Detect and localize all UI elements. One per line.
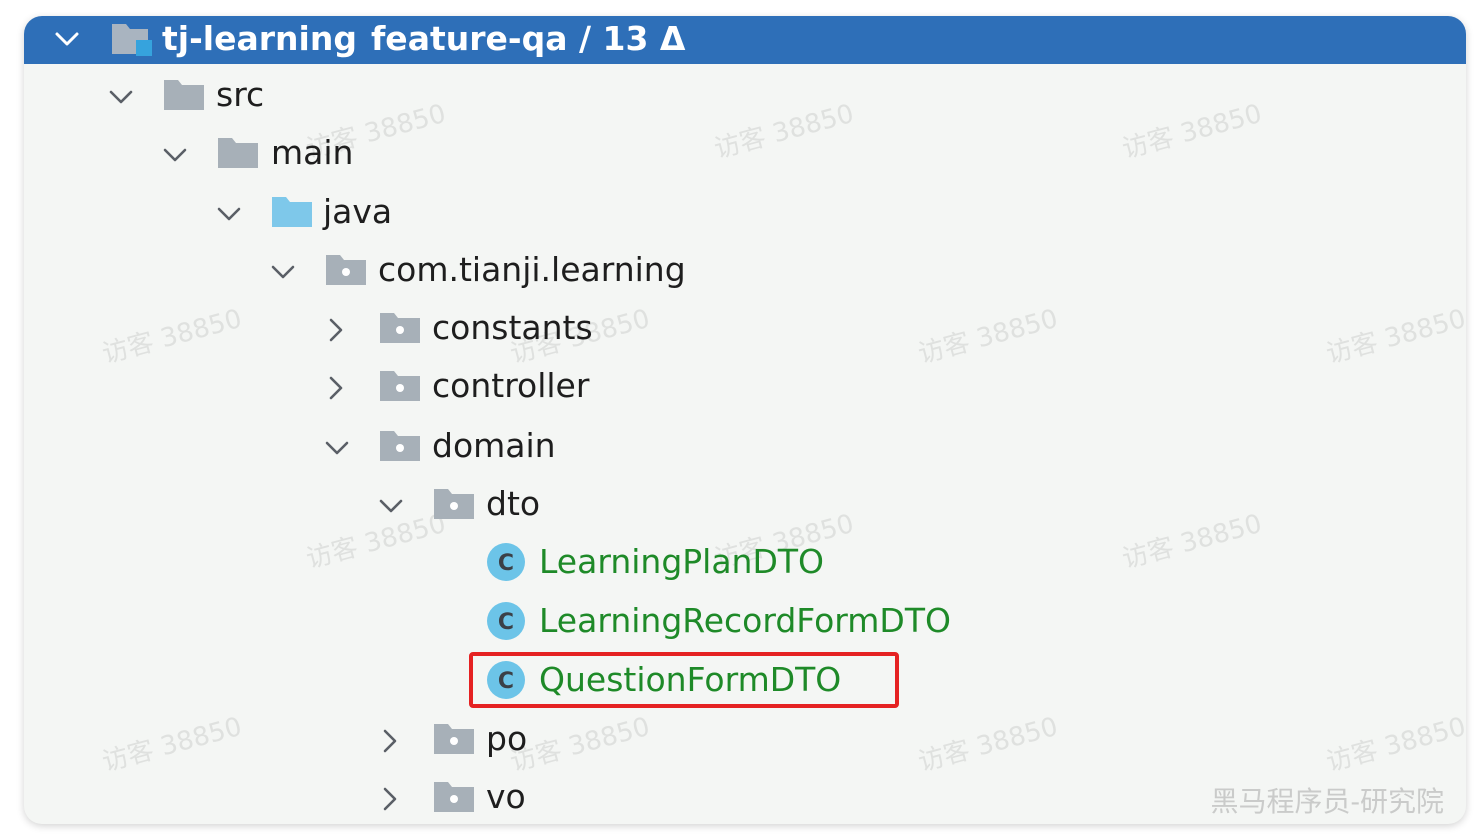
tree-item-learning-record-form-dto[interactable]: C LearningRecordFormDTO [24,598,1466,652]
tree-item-package-root[interactable]: com.tianji.learning [24,247,1466,301]
tree-item-label: java [323,192,393,231]
chevron-down-icon[interactable] [106,82,136,112]
project-root-row[interactable]: tj-learning feature-qa / 13 Δ [24,16,1466,64]
tree-item-constants[interactable]: constants [24,305,1466,359]
tree-item-learning-plan-dto[interactable]: C LearningPlanDTO [24,539,1466,593]
chevron-down-icon[interactable] [214,199,244,229]
footer-watermark: 黑马程序员-研究院 [1210,785,1444,818]
chevron-down-icon[interactable] [322,433,352,463]
tree-item-po[interactable]: po [24,716,1466,770]
tree-item-label: po [486,719,528,758]
folder-icon [162,76,206,112]
tree-item-label: LearningRecordFormDTO [539,601,951,640]
package-icon [324,251,368,287]
package-icon [432,720,476,756]
chevron-right-icon[interactable] [320,373,350,403]
tree-item-label: domain [432,426,556,465]
tree-item-label: LearningPlanDTO [539,542,825,581]
highlight-box [469,652,899,708]
tree-item-controller[interactable]: controller [24,363,1466,417]
package-icon [378,367,422,403]
chevron-right-icon[interactable] [374,726,404,756]
tree-item-label: vo [486,777,526,816]
source-root-folder-icon [270,193,314,229]
tree-item-label: main [271,133,354,172]
tree-item-dto[interactable]: dto [24,481,1466,535]
project-title: tj-learning feature-qa / 13 Δ [162,17,685,61]
package-icon [432,485,476,521]
tree-item-label: controller [432,366,590,405]
chevron-right-icon[interactable] [374,784,404,814]
chevron-down-icon[interactable] [268,257,298,287]
package-icon [378,309,422,345]
java-class-icon: C [486,542,526,582]
folder-icon [216,134,260,170]
tree-item-src[interactable]: src [24,72,1466,126]
tree-item-java[interactable]: java [24,189,1466,243]
tree-item-label: com.tianji.learning [378,250,686,289]
project-tree-panel: 访客 38850 访客 38850 访客 38850 访客 38850 访客 3… [24,16,1466,824]
tree-item-label: constants [432,308,593,347]
branch-info: feature-qa / 13 Δ [370,19,686,58]
svg-text:C: C [498,610,514,635]
package-icon [432,778,476,814]
tree-item-domain[interactable]: domain [24,423,1466,477]
package-icon [378,427,422,463]
svg-text:C: C [498,551,514,576]
chevron-down-icon[interactable] [160,140,190,170]
project-name: tj-learning [162,19,357,58]
tree-item-label: dto [486,484,541,523]
java-class-icon: C [486,601,526,641]
project-folder-icon [112,24,152,56]
tree-item-label: src [216,75,265,114]
chevron-down-icon[interactable] [376,491,406,521]
chevron-right-icon[interactable] [320,315,350,345]
tree-item-main[interactable]: main [24,130,1466,184]
chevron-down-icon[interactable] [52,24,82,54]
